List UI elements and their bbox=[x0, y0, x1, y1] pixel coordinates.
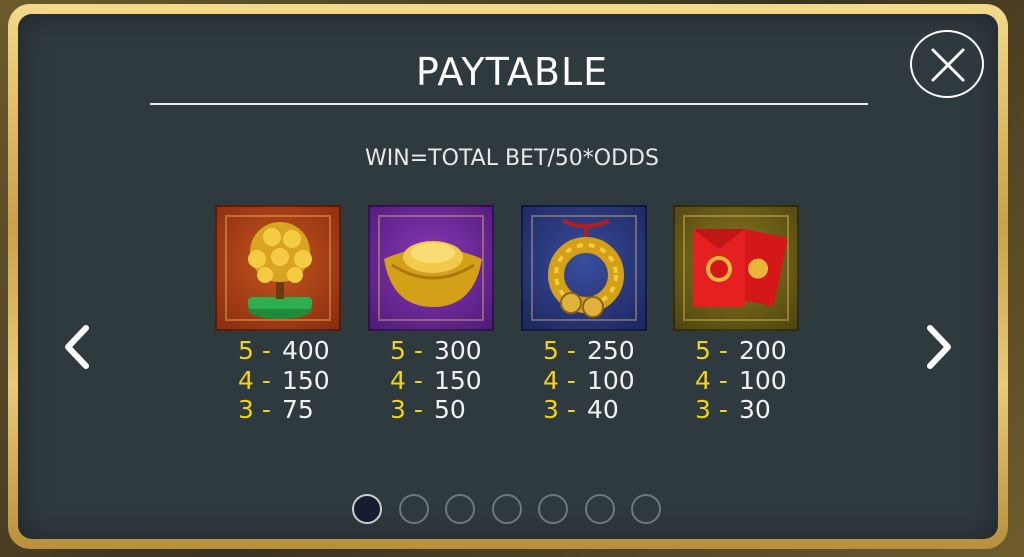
pay-row: 3 - 75 bbox=[238, 395, 330, 425]
symbol-coin-string bbox=[521, 205, 647, 331]
pay-row: 5 - 200 bbox=[695, 336, 787, 366]
title-divider bbox=[150, 103, 868, 105]
pay-count: 4 - bbox=[390, 365, 423, 395]
pay-count: 4 - bbox=[238, 365, 271, 395]
page-dot[interactable] bbox=[352, 494, 382, 524]
page-dot[interactable] bbox=[445, 494, 475, 524]
chevron-left-icon bbox=[65, 325, 89, 369]
pay-value: 250 bbox=[587, 336, 635, 365]
money-tree-icon bbox=[248, 222, 312, 319]
page-dot[interactable] bbox=[584, 494, 615, 524]
symbol-pays: 5 - 200 4 - 100 3 - 30 bbox=[695, 336, 787, 425]
pay-value: 150 bbox=[282, 365, 330, 395]
pay-row: 5 - 300 bbox=[390, 336, 482, 366]
pay-row: 3 - 40 bbox=[543, 395, 635, 425]
pay-count: 5 - bbox=[238, 336, 271, 365]
page-dot[interactable] bbox=[631, 494, 661, 524]
pay-value: 100 bbox=[587, 365, 635, 395]
gold-ingot-icon bbox=[384, 241, 482, 307]
pay-row: 3 - 30 bbox=[695, 395, 787, 425]
pay-row: 4 - 150 bbox=[238, 366, 330, 396]
pay-value: 100 bbox=[739, 365, 787, 395]
pay-value: 75 bbox=[282, 395, 314, 424]
page-dot[interactable] bbox=[398, 494, 429, 524]
pay-row: 5 - 250 bbox=[543, 336, 635, 366]
symbol-pays: 5 - 300 4 - 150 3 - 50 bbox=[390, 336, 482, 425]
close-icon bbox=[931, 48, 965, 82]
next-page-button[interactable] bbox=[922, 322, 956, 372]
page-dot[interactable] bbox=[491, 494, 522, 524]
pay-row: 4 - 100 bbox=[695, 366, 787, 396]
symbol-red-envelope bbox=[673, 205, 799, 331]
previous-page-button[interactable] bbox=[60, 322, 94, 372]
page-dot[interactable] bbox=[538, 494, 568, 524]
pay-count: 3 - bbox=[390, 395, 423, 424]
symbol-money-tree bbox=[215, 205, 341, 331]
pay-count: 3 - bbox=[543, 395, 576, 424]
pay-count: 4 - bbox=[543, 365, 576, 395]
symbol-gold-ingot bbox=[368, 205, 494, 331]
pay-row: 3 - 50 bbox=[390, 395, 482, 425]
pay-value: 40 bbox=[587, 395, 619, 424]
pay-count: 5 - bbox=[390, 336, 423, 365]
pay-count: 5 - bbox=[695, 336, 728, 365]
pay-value: 300 bbox=[434, 336, 482, 365]
pay-value: 50 bbox=[434, 395, 466, 424]
chevron-right-icon bbox=[927, 325, 951, 369]
pay-row: 4 - 100 bbox=[543, 366, 635, 396]
pay-count: 4 - bbox=[695, 365, 728, 395]
pay-count: 3 - bbox=[695, 395, 728, 424]
page-title: PAYTABLE bbox=[415, 50, 609, 94]
pay-row: 5 - 400 bbox=[238, 336, 330, 366]
pay-count: 3 - bbox=[238, 395, 271, 424]
symbol-pays: 5 - 250 4 - 100 3 - 40 bbox=[543, 336, 635, 425]
pay-count: 5 - bbox=[543, 336, 576, 365]
close-button[interactable] bbox=[910, 30, 984, 98]
win-formula: WIN=TOTAL BET/50*ODDS bbox=[365, 146, 659, 171]
pay-row: 4 - 150 bbox=[390, 366, 482, 396]
pay-value: 400 bbox=[282, 336, 330, 365]
pay-value: 30 bbox=[739, 395, 771, 424]
pay-value: 150 bbox=[434, 365, 482, 395]
coin-string-icon bbox=[548, 219, 624, 318]
symbol-pays: 5 - 400 4 - 150 3 - 75 bbox=[238, 336, 330, 425]
red-envelope-icon bbox=[693, 229, 788, 307]
pay-value: 200 bbox=[739, 336, 787, 365]
